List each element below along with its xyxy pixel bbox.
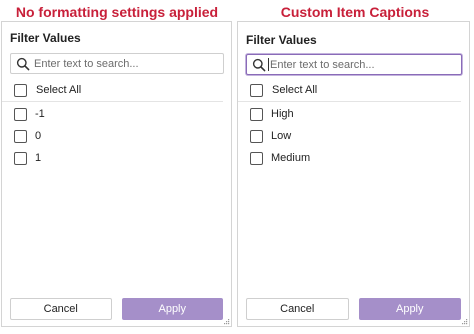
- cancel-button[interactable]: Cancel: [246, 298, 349, 320]
- item-label: -1: [35, 108, 45, 120]
- search-box[interactable]: [10, 53, 224, 74]
- select-all-checkbox[interactable]: [14, 83, 27, 97]
- panel-title: Filter Values: [246, 33, 317, 47]
- panel-footer: Cancel Apply: [10, 298, 223, 320]
- caption-no-formatting: No formatting settings applied: [15, 4, 219, 20]
- search-box[interactable]: [246, 54, 462, 75]
- list-item[interactable]: -1: [2, 103, 231, 125]
- select-all-label: Select All: [36, 84, 82, 96]
- list-item[interactable]: 1: [2, 147, 231, 169]
- item-checkbox[interactable]: [14, 151, 27, 165]
- item-checkbox[interactable]: [14, 107, 27, 121]
- filter-values-list: Select All -1 0 1: [2, 79, 231, 169]
- filter-values-list: Select All High Low Medium: [238, 79, 469, 169]
- select-all-label: Select All: [272, 84, 318, 96]
- filter-panel-left: Filter Values Select All -1 0 1 Cancel A…: [1, 21, 232, 327]
- search-icon: [252, 58, 266, 71]
- list-item[interactable]: Low: [238, 125, 469, 147]
- select-all-row[interactable]: Select All: [238, 79, 461, 102]
- list-item[interactable]: 0: [2, 125, 231, 147]
- select-all-row[interactable]: Select All: [2, 79, 223, 102]
- item-label: Low: [271, 130, 292, 142]
- search-input[interactable]: [30, 55, 204, 72]
- panel-title: Filter Values: [10, 31, 81, 45]
- select-all-checkbox[interactable]: [250, 83, 263, 97]
- panel-footer: Cancel Apply: [246, 298, 461, 320]
- item-label: 1: [35, 152, 42, 164]
- cancel-button[interactable]: Cancel: [10, 298, 112, 320]
- item-label: High: [271, 108, 294, 120]
- list-item[interactable]: High: [238, 103, 469, 125]
- list-item[interactable]: Medium: [238, 147, 469, 169]
- item-label: 0: [35, 130, 42, 142]
- filter-panel-right: Filter Values Select All High Low Medium…: [237, 21, 470, 327]
- resize-grip-icon[interactable]: [461, 318, 468, 325]
- item-checkbox[interactable]: [250, 151, 263, 165]
- resize-grip-icon[interactable]: [223, 318, 230, 325]
- apply-button[interactable]: Apply: [121, 298, 223, 320]
- text-caret: [268, 58, 269, 71]
- search-input[interactable]: [266, 56, 440, 73]
- item-label: Medium: [271, 152, 311, 164]
- caption-custom-item-captions: Custom Item Captions: [280, 4, 430, 20]
- item-checkbox[interactable]: [250, 107, 263, 121]
- apply-button[interactable]: Apply: [358, 298, 461, 320]
- search-icon: [16, 57, 30, 70]
- item-checkbox[interactable]: [250, 129, 263, 143]
- item-checkbox[interactable]: [14, 129, 27, 143]
